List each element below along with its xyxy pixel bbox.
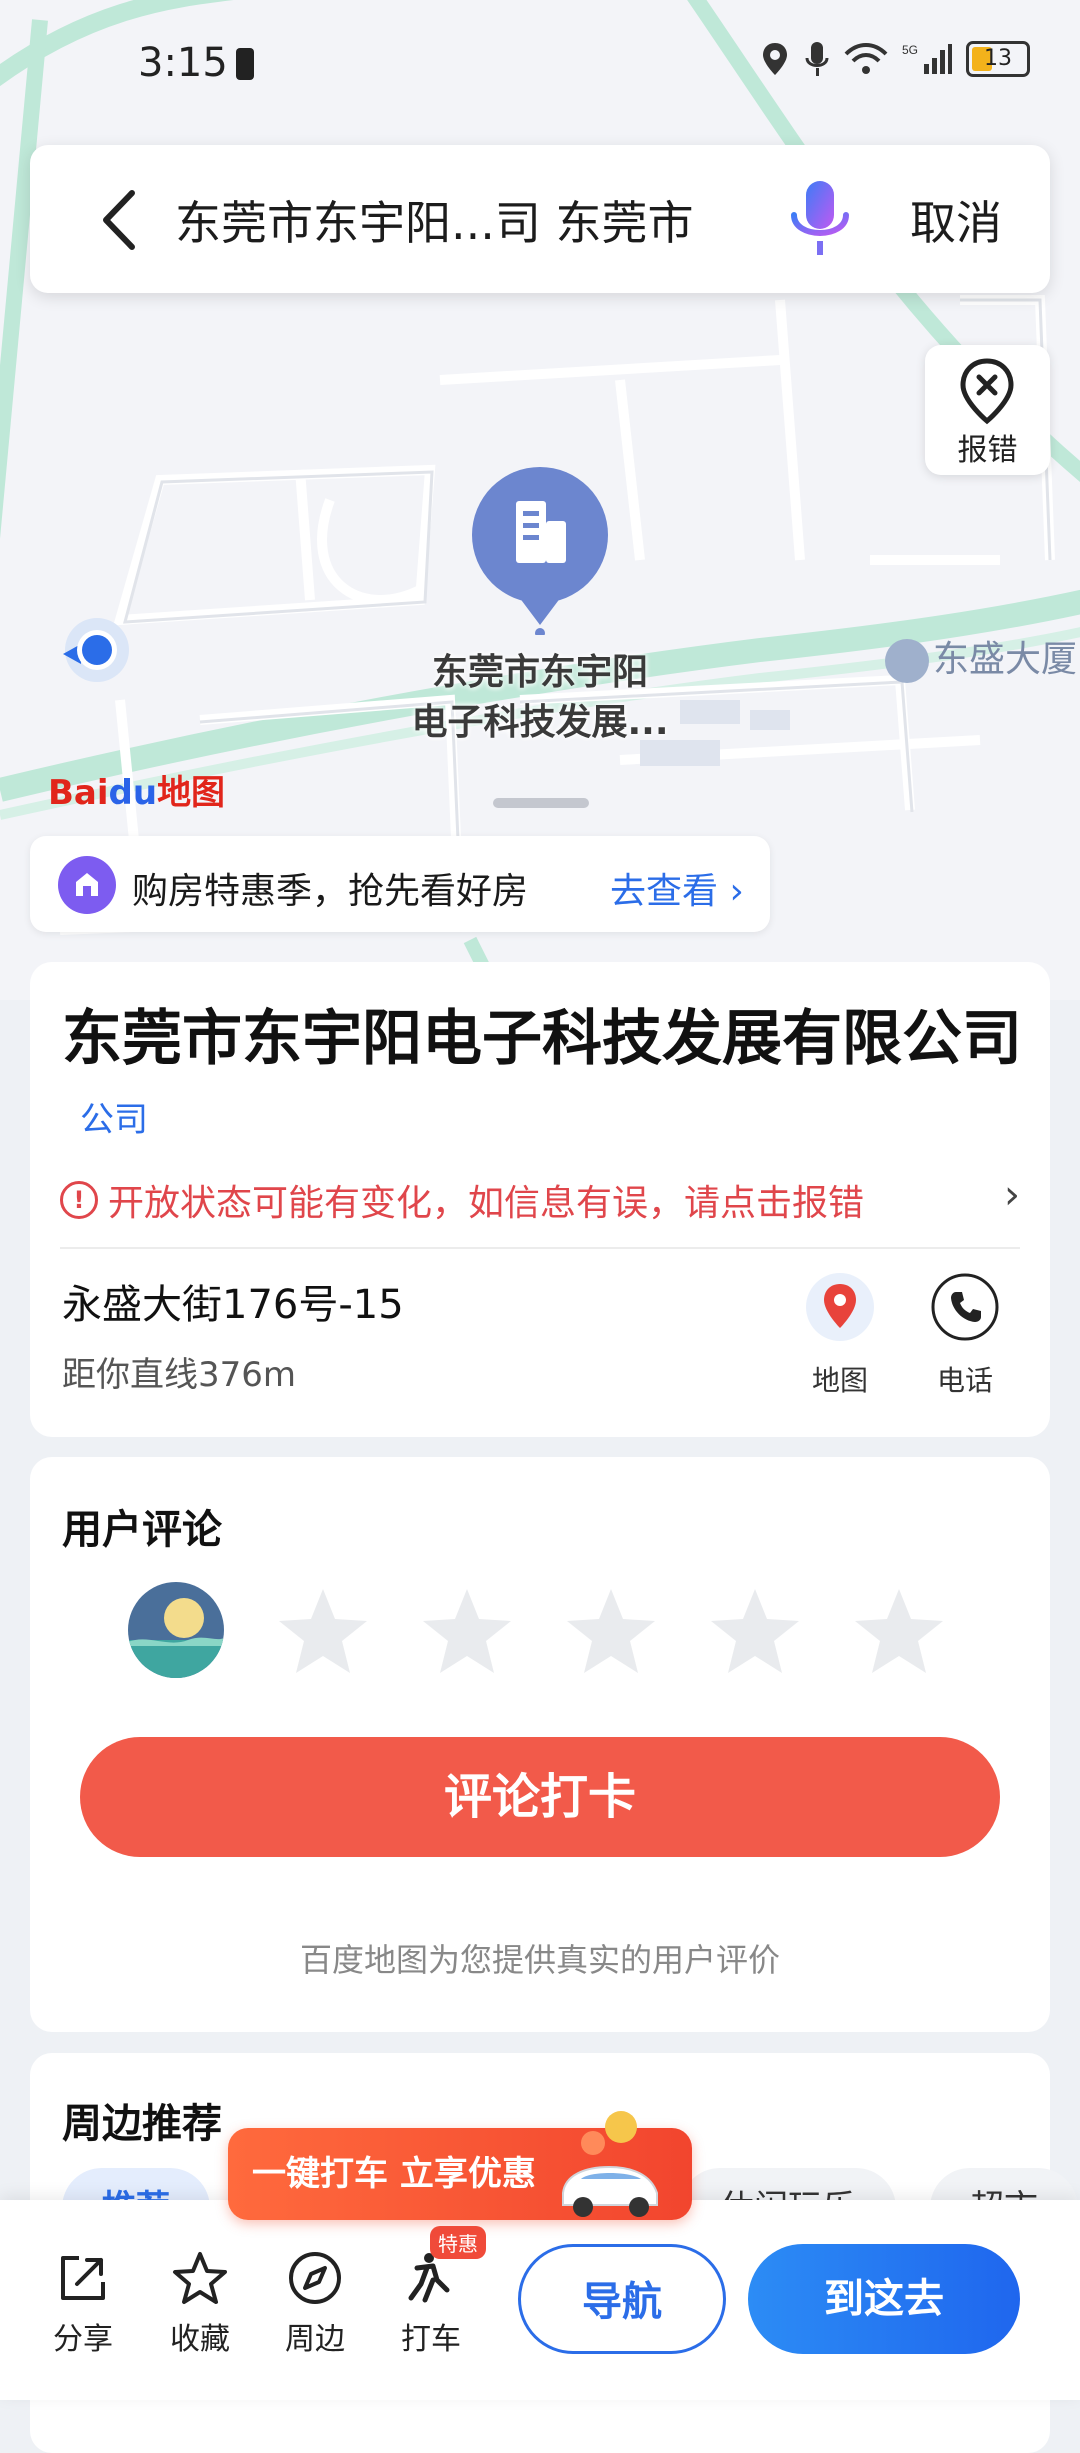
star-icon[interactable] (419, 1585, 515, 1677)
chevron-right-icon: › (729, 871, 744, 912)
rating-stars[interactable] (275, 1585, 947, 1677)
status-icons: 5G 13 (760, 40, 1030, 78)
place-name: 东莞市东宇阳电子科技发展有限公司 (62, 1004, 1022, 1074)
status-bar: 3:15 5G 13 (0, 0, 1080, 130)
favorite-label: 收藏 (170, 2322, 230, 2357)
logo-suffix: 地图 (157, 773, 226, 813)
error-pin-icon (960, 358, 1014, 425)
avatar (128, 1582, 224, 1678)
house-icon (58, 856, 116, 914)
report-error-button[interactable]: 报错 (925, 345, 1050, 475)
poi-label-line2: 电子科技发展... (411, 702, 669, 743)
star-outline-icon (173, 2252, 227, 2304)
status-warning[interactable]: ! 开放状态可能有变化，如信息有误，请点击报错 (60, 1174, 864, 1226)
search-bar[interactable]: 东莞市东宇阳...司 东莞市 取消 (30, 145, 1050, 293)
taxi-promo-text: 一键打车 立享优惠 (252, 2154, 536, 2194)
compass-icon (289, 2252, 341, 2304)
battery-indicator: 13 (966, 41, 1030, 77)
taxi-deal-badge: 特惠 (430, 2226, 486, 2259)
promo-link-label: 去查看 (610, 871, 719, 912)
place-distance: 距你直线376m (62, 1355, 297, 1395)
chevron-right-icon[interactable]: › (1004, 1172, 1020, 1218)
logo-prefix: Bai (48, 773, 109, 813)
navigate-button[interactable]: 导航 (518, 2244, 726, 2354)
star-icon[interactable] (851, 1585, 947, 1677)
battery-alert-icon (236, 48, 254, 80)
status-time: 3:15 (138, 40, 228, 86)
my-location-icon[interactable] (55, 610, 135, 690)
phone-action-label: 电话 (936, 1364, 993, 1397)
drag-handle[interactable] (493, 798, 589, 808)
search-query[interactable]: 东莞市东宇阳...司 东莞市 (175, 187, 694, 253)
microphone-icon (805, 42, 829, 76)
map-action-label: 地图 (811, 1364, 868, 1397)
baidu-map-logo: Baidu地图 (48, 765, 225, 814)
status-warning-text: 开放状态可能有变化，如信息有误，请点击报错 (108, 1183, 865, 1224)
nearby-poi-name: 东盛大厦 (933, 639, 1078, 680)
phone-icon (931, 1273, 999, 1341)
around-label: 周边 (285, 2322, 345, 2357)
voice-search-icon[interactable] (780, 175, 860, 265)
place-info-card: 东莞市东宇阳电子科技发展有限公司 公司 ! 开放状态可能有变化，如信息有误，请点… (30, 962, 1050, 1437)
promo-link[interactable]: 去查看 › (610, 862, 744, 914)
signal-icon: 5G (902, 43, 952, 74)
favorite-button[interactable]: 收藏 (155, 2250, 245, 2358)
star-icon[interactable] (707, 1585, 803, 1677)
promo-banner[interactable]: 购房特惠季，抢先看好房 去查看 › (30, 836, 770, 932)
building-icon (885, 639, 929, 683)
report-label: 报错 (957, 433, 1018, 468)
poi-marker-icon[interactable] (470, 465, 610, 635)
taxi-label: 打车 (401, 2322, 461, 2357)
divider (60, 1247, 1020, 1249)
star-icon[interactable] (563, 1585, 659, 1677)
bottom-action-bar: 分享 收藏 周边 打车 特惠 导航 到这去 (0, 2200, 1080, 2400)
nearby-title: 周边推荐 (62, 2101, 222, 2147)
poi-map-label[interactable]: 东莞市东宇阳 电子科技发展... (380, 648, 700, 748)
go-here-button[interactable]: 到这去 (748, 2244, 1020, 2354)
place-category[interactable]: 公司 (80, 1092, 148, 1141)
share-label: 分享 (53, 2322, 113, 2357)
map-action-button[interactable]: 地图 (790, 1272, 890, 1399)
share-icon (61, 2256, 105, 2300)
logo-mid: du (108, 773, 158, 813)
map-pin-icon (806, 1273, 874, 1341)
review-note: 百度地图为您提供真实的用户评价 (299, 1941, 780, 1979)
around-button[interactable]: 周边 (270, 2250, 360, 2358)
svg-text:5G: 5G (902, 43, 918, 57)
promo-text: 购房特惠季，抢先看好房 (132, 871, 529, 912)
star-icon[interactable] (275, 1585, 371, 1677)
phone-action-button[interactable]: 电话 (915, 1272, 1015, 1399)
wifi-icon (844, 43, 888, 74)
car-icon (562, 2111, 658, 2217)
review-title: 用户评论 (62, 1507, 222, 1553)
nearby-poi-label[interactable]: 东盛大厦 (885, 630, 1077, 683)
info-icon: ! (60, 1181, 98, 1219)
cancel-button[interactable]: 取消 (910, 187, 1002, 253)
back-arrow-icon[interactable] (92, 185, 152, 255)
poi-label-line1: 东莞市东宇阳 (431, 652, 648, 693)
location-icon (763, 43, 787, 75)
review-card: 用户评论 评论打卡 百度地图为您提供真实的用户评价 (30, 1457, 1050, 2032)
place-address[interactable]: 永盛大街176号-15 (62, 1272, 404, 1330)
review-checkin-button[interactable]: 评论打卡 (80, 1737, 1000, 1857)
share-button[interactable]: 分享 (38, 2250, 128, 2358)
taxi-button[interactable]: 打车 (386, 2250, 476, 2358)
